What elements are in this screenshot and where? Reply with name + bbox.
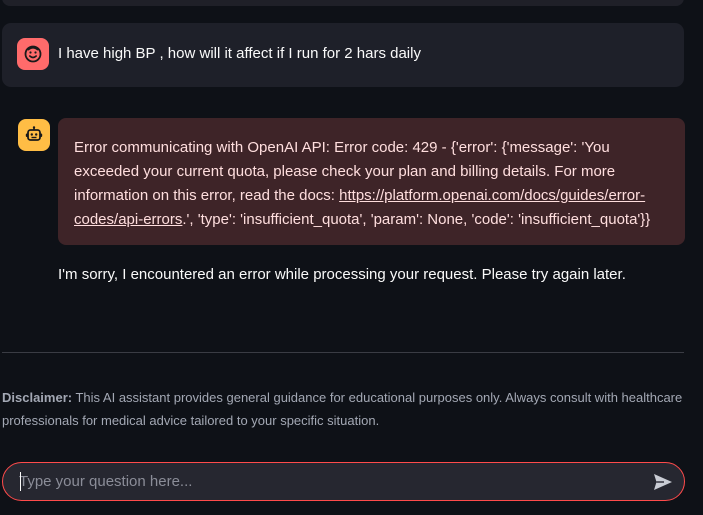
error-message-box: Error communicating with OpenAI API: Err… [58, 118, 685, 245]
disclaimer: Disclaimer: This AI assistant provides g… [2, 386, 692, 432]
smiling-face-icon [24, 45, 42, 63]
disclaimer-label: Disclaimer: [2, 390, 73, 405]
assistant-message-text: I'm sorry, I encountered an error while … [58, 266, 626, 283]
assistant-avatar [18, 119, 50, 151]
disclaimer-text: This AI assistant provides general guida… [2, 390, 683, 428]
send-button[interactable] [652, 471, 674, 493]
paper-plane-icon [654, 474, 672, 490]
divider [2, 352, 684, 353]
text-cursor [20, 472, 21, 491]
chat-input-container [2, 462, 685, 501]
user-message-text: I have high BP , how will it affect if I… [58, 45, 421, 62]
error-text-after-link: .', 'type': 'insufficient_quota', 'param… [182, 211, 651, 228]
error-message-text: Error communicating with OpenAI API: Err… [74, 136, 669, 232]
robot-icon [25, 126, 43, 141]
chat-input[interactable] [19, 463, 639, 500]
user-avatar [17, 38, 49, 70]
previous-message-bubble [2, 0, 684, 6]
